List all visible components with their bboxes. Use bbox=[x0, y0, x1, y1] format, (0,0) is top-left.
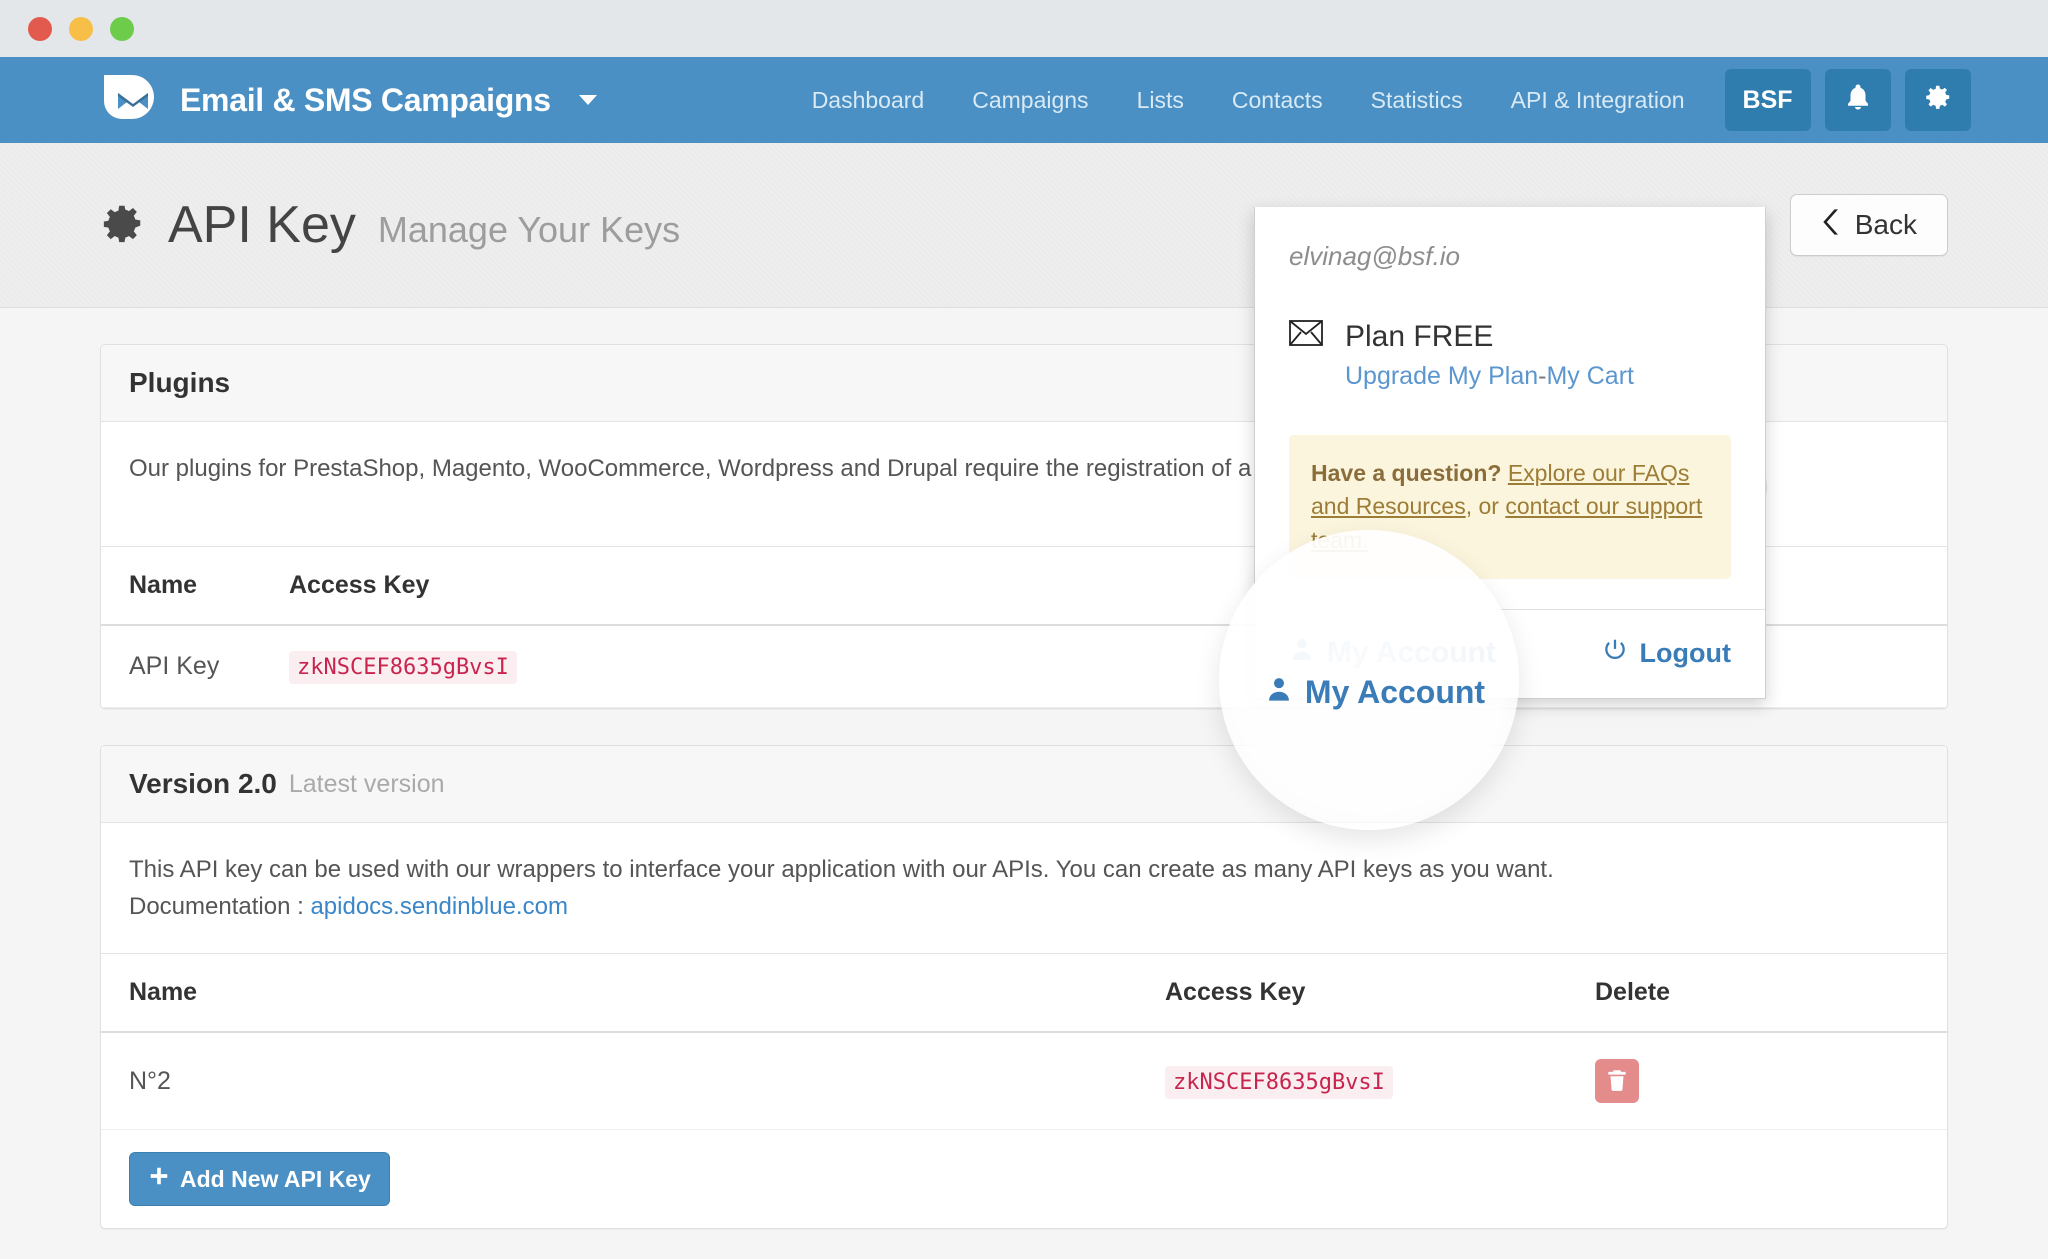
page-subtitle: Manage Your Keys bbox=[377, 209, 681, 250]
maximize-window-button[interactable] bbox=[110, 16, 134, 41]
bell-icon bbox=[1843, 82, 1873, 119]
access-key-value[interactable]: zkNSCEF8635gBvsI bbox=[1165, 1065, 1393, 1099]
plugins-panel-title: Plugins bbox=[129, 367, 231, 398]
logout-button[interactable]: Logout bbox=[1602, 637, 1731, 670]
chevron-left-icon bbox=[1821, 208, 1841, 243]
api-key-delete-cell bbox=[1567, 1032, 1947, 1131]
account-initials-button[interactable]: BSF bbox=[1724, 69, 1811, 131]
version-2-table-head: Name Access Key Delete bbox=[101, 953, 1947, 1034]
traffic-lights bbox=[28, 16, 134, 41]
notifications-button[interactable] bbox=[1824, 69, 1891, 131]
my-account-label: My Account bbox=[1327, 636, 1496, 670]
api-key-value-cell: zkNSCEF8635gBvsI bbox=[1137, 1032, 1567, 1131]
version-2-table-body: N°2 zkNSCEF8635gBvsI bbox=[101, 1032, 1947, 1131]
account-dropdown-footer: My Account Logout bbox=[1255, 609, 1765, 698]
add-new-api-key-label: Add New API Key bbox=[180, 1165, 371, 1192]
brand-link[interactable]: Email & SMS Campaigns bbox=[100, 71, 597, 129]
account-plan-label: Plan FREE bbox=[1345, 320, 1494, 353]
my-account-button[interactable]: My Account bbox=[1289, 636, 1496, 670]
gear-icon bbox=[100, 200, 146, 251]
column-header-name: Name bbox=[101, 953, 1137, 1034]
trash-icon bbox=[1604, 1067, 1630, 1096]
settings-button[interactable] bbox=[1904, 69, 1971, 131]
help-callout-strong: Have a question? bbox=[1311, 460, 1502, 486]
back-button-label: Back bbox=[1854, 209, 1917, 240]
table-header-row: Name Access Key Delete bbox=[101, 953, 1947, 1034]
account-dropdown-panel: elvinag@bsf.io Plan FREE Upgrade My Plan… bbox=[1254, 207, 1766, 700]
nav-actions: BSF bbox=[1724, 69, 1971, 131]
access-key-value[interactable]: zkNSCEF8635gBvsI bbox=[289, 651, 517, 684]
minimize-window-button[interactable] bbox=[69, 16, 93, 41]
window-title-bar bbox=[0, 0, 2048, 57]
version-2-title: Version 2.0 bbox=[129, 768, 277, 799]
version-2-description: This API key can be used with our wrappe… bbox=[129, 856, 1554, 883]
version-2-badge: Latest version bbox=[288, 769, 445, 798]
page-title-wrap: API Key Manage Your Keys bbox=[100, 195, 680, 255]
plus-icon bbox=[148, 1165, 170, 1193]
help-callout: Have a question? Explore our FAQs and Re… bbox=[1289, 435, 1731, 580]
account-plan-links: Upgrade My Plan-My Cart bbox=[1345, 362, 1634, 391]
version-2-table: Name Access Key Delete N°2 zkNSCEF8635gB… bbox=[101, 953, 1947, 1131]
version-2-panel: Version 2.0 Latest version This API key … bbox=[100, 745, 1948, 1230]
version-2-panel-body: This API key can be used with our wrappe… bbox=[101, 823, 1947, 953]
table-row: N°2 zkNSCEF8635gBvsI bbox=[101, 1032, 1947, 1131]
nav-item-lists[interactable]: Lists bbox=[1137, 87, 1184, 114]
column-header-delete: Delete bbox=[1567, 953, 1947, 1034]
version-2-documentation-label: Documentation : bbox=[129, 893, 311, 921]
gear-icon bbox=[1923, 82, 1953, 119]
page-title: API Key bbox=[168, 196, 356, 254]
delete-api-key-button[interactable] bbox=[1595, 1059, 1639, 1104]
user-icon bbox=[1289, 636, 1315, 670]
sendinblue-envelope-logo bbox=[100, 71, 158, 129]
nav-item-campaigns[interactable]: Campaigns bbox=[972, 87, 1088, 114]
top-navigation-bar: Email & SMS Campaigns Dashboard Campaign… bbox=[0, 57, 2048, 143]
envelope-icon bbox=[1289, 320, 1323, 351]
application-viewport: Email & SMS Campaigns Dashboard Campaign… bbox=[0, 57, 2048, 1259]
column-header-name: Name bbox=[101, 546, 261, 626]
primary-nav: Dashboard Campaigns Lists Contacts Stati… bbox=[812, 87, 1685, 114]
help-callout-middle: , or bbox=[1465, 493, 1506, 520]
power-icon bbox=[1602, 637, 1628, 670]
account-plan-row: Plan FREE Upgrade My Plan-My Cart bbox=[1289, 320, 1731, 391]
account-email: elvinag@bsf.io bbox=[1289, 241, 1460, 271]
column-header-access-key: Access Key bbox=[1137, 953, 1567, 1034]
version-2-panel-footer: Add New API Key bbox=[101, 1130, 1947, 1228]
back-button[interactable]: Back bbox=[1789, 194, 1948, 256]
version-2-documentation-line: Documentation : apidocs.sendinblue.com bbox=[129, 888, 1919, 925]
nav-item-contacts[interactable]: Contacts bbox=[1232, 87, 1323, 114]
version-2-documentation-link[interactable]: apidocs.sendinblue.com bbox=[310, 893, 568, 920]
close-window-button[interactable] bbox=[28, 16, 52, 41]
account-plan-text: Plan FREE Upgrade My Plan-My Cart bbox=[1345, 320, 1634, 391]
nav-item-dashboard[interactable]: Dashboard bbox=[812, 87, 925, 114]
add-new-api-key-button[interactable]: Add New API Key bbox=[129, 1152, 390, 1207]
logout-label: Logout bbox=[1639, 637, 1731, 668]
upgrade-my-plan-link[interactable]: Upgrade My Plan bbox=[1345, 362, 1538, 390]
api-key-name: N°2 bbox=[101, 1032, 1137, 1131]
plugin-key-name: API Key bbox=[101, 625, 261, 708]
caret-down-icon[interactable] bbox=[578, 95, 597, 105]
nav-item-statistics[interactable]: Statistics bbox=[1371, 87, 1463, 114]
nav-item-api-integration[interactable]: API & Integration bbox=[1511, 87, 1685, 114]
version-2-panel-header: Version 2.0 Latest version bbox=[101, 746, 1947, 823]
brand-title: Email & SMS Campaigns bbox=[180, 81, 551, 118]
my-cart-link[interactable]: My Cart bbox=[1546, 362, 1634, 390]
